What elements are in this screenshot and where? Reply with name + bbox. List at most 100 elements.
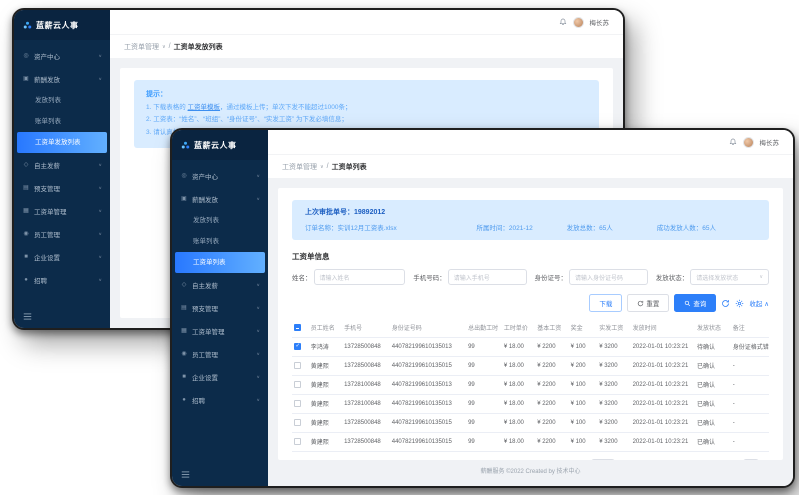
main-area: 梅长苏 工资单管理 ∨ / 工资单列表 上次审批单号：19892012 订单名称… bbox=[268, 130, 793, 486]
template-download-link[interactable]: 工资单模板 bbox=[188, 104, 221, 111]
row-checkbox[interactable] bbox=[294, 381, 301, 388]
row-checkbox[interactable] bbox=[294, 343, 301, 350]
table-body: 李鸿涛1372850084844078219961013501399¥ 18.0… bbox=[292, 337, 769, 451]
payroll-send-icon: ▣ bbox=[180, 195, 188, 202]
row-checkbox[interactable] bbox=[294, 438, 301, 445]
approval-number-value: 19892012 bbox=[354, 209, 385, 216]
sidebar-item-5[interactable]: ▦工资单管理∨ bbox=[172, 319, 268, 342]
table-cell: 13728100848 bbox=[342, 375, 390, 394]
breadcrumb: 工资单管理 ∨ / 工资单列表 bbox=[268, 155, 793, 178]
table-cell: 李鸿涛 bbox=[309, 337, 342, 356]
input-placeholder: 请输入身份证号码 bbox=[575, 273, 642, 282]
table-cell: - bbox=[731, 394, 769, 413]
reset-button[interactable]: 重置 bbox=[627, 294, 669, 312]
refresh-icon-button[interactable] bbox=[721, 299, 730, 308]
summary-field-label: 成功发放人数： bbox=[657, 225, 703, 232]
sidebar-item-4[interactable]: ▤预支管理∨ bbox=[14, 176, 110, 199]
settings-gear-icon[interactable] bbox=[735, 299, 744, 308]
avatar[interactable] bbox=[743, 137, 754, 148]
table-row[interactable]: 黄建熙1372850084844078219961013501599¥ 18.0… bbox=[292, 432, 769, 451]
sidebar-item-label: 员工管理 bbox=[34, 229, 60, 239]
sidebar-subitem[interactable]: 工资单发放列表 bbox=[17, 132, 107, 153]
sidebar-item-1[interactable]: ◎资产中心∨ bbox=[172, 164, 268, 187]
sidebar-item-4[interactable]: ▤预支管理∨ bbox=[172, 296, 268, 319]
sidebar-item-6[interactable]: ◉员工管理∨ bbox=[14, 222, 110, 245]
notification-bell-icon[interactable] bbox=[729, 138, 737, 146]
section-title: 工资单信息 bbox=[292, 251, 769, 262]
sidebar-subitem[interactable]: 工资单列表 bbox=[175, 252, 265, 273]
table-cell: ¥ 2200 bbox=[535, 356, 568, 375]
sidebar-item-6[interactable]: ◉员工管理∨ bbox=[172, 342, 268, 365]
table-cell: 440782199610135015 bbox=[390, 413, 466, 432]
download-button[interactable]: 下载 bbox=[589, 294, 622, 312]
table-row[interactable]: 黄建熙1372850084844078219961013501599¥ 18.0… bbox=[292, 413, 769, 432]
sidebar-subitem[interactable]: 账单列表 bbox=[172, 231, 268, 252]
sidebar-item-label: 员工管理 bbox=[192, 349, 218, 359]
table-cell: 黄建熙 bbox=[309, 432, 342, 451]
row-checkbox[interactable] bbox=[294, 419, 301, 426]
username[interactable]: 梅长苏 bbox=[760, 137, 780, 147]
employee-manage-icon: ◉ bbox=[180, 350, 188, 357]
topbar: 梅长苏 bbox=[110, 10, 623, 35]
sidebar-subitem[interactable]: 账单列表 bbox=[14, 111, 110, 132]
sidebar-item-2[interactable]: ▣薪酬发放∨ bbox=[14, 67, 110, 90]
search-input[interactable]: 请输入手机号 bbox=[448, 269, 527, 285]
table-header-cell: 奖金 bbox=[569, 319, 598, 337]
table-cell: 440782199610135013 bbox=[390, 337, 466, 356]
table-cell: 已确认 bbox=[695, 432, 731, 451]
select-all-checkbox[interactable] bbox=[294, 324, 301, 331]
sidebar-item-8[interactable]: ●招聘∨ bbox=[172, 388, 268, 411]
search-input[interactable]: 请输入姓名 bbox=[314, 269, 406, 285]
chevron-down-icon: ∨ bbox=[256, 397, 260, 402]
table-row[interactable]: 李鸿涛1372850084844078219961013501399¥ 18.0… bbox=[292, 337, 769, 356]
chevron-down-icon: ∨ bbox=[256, 305, 260, 310]
app-logo: 蓝薪云人事 bbox=[14, 10, 110, 40]
query-button[interactable]: 查询 bbox=[674, 294, 716, 312]
asset-center-icon: ◎ bbox=[180, 172, 188, 179]
table-header-cell: 手机号 bbox=[342, 319, 390, 337]
sidebar-item-7[interactable]: ■企业设置∨ bbox=[172, 365, 268, 388]
table-cell: 13728100848 bbox=[342, 394, 390, 413]
notification-bell-icon[interactable] bbox=[559, 18, 567, 26]
sidebar-item-3[interactable]: ◇自主发薪∨ bbox=[172, 273, 268, 296]
sidebar-item-3[interactable]: ◇自主发薪∨ bbox=[14, 153, 110, 176]
breadcrumb-parent[interactable]: 工资单管理 bbox=[282, 162, 317, 172]
sidebar-item-2[interactable]: ▣薪酬发放∨ bbox=[172, 187, 268, 210]
breadcrumb-separator: / bbox=[327, 163, 329, 170]
table-row[interactable]: 黄建熙1372810084844078219961013501399¥ 18.0… bbox=[292, 375, 769, 394]
table-cell: - bbox=[731, 432, 769, 451]
table-cell: ¥ 18.00 bbox=[502, 394, 535, 413]
sidebar-subitem[interactable]: 发放列表 bbox=[172, 210, 268, 231]
advance-manage-icon: ▤ bbox=[22, 184, 30, 191]
chevron-down-icon: ∨ bbox=[256, 374, 260, 379]
breadcrumb-parent[interactable]: 工资单管理 bbox=[124, 42, 159, 52]
table-cell: 13728500848 bbox=[342, 432, 390, 451]
search-input[interactable]: 请输入身份证号码 bbox=[569, 269, 648, 285]
row-checkbox-cell bbox=[292, 432, 309, 451]
sidebar-item-8[interactable]: ●招聘∨ bbox=[14, 268, 110, 291]
menu-fold-icon[interactable] bbox=[23, 312, 101, 321]
row-checkbox[interactable] bbox=[294, 362, 301, 369]
table-cell: ¥ 2200 bbox=[535, 394, 568, 413]
menu-fold-icon[interactable] bbox=[181, 470, 259, 479]
sidebar-item-1[interactable]: ◎资产中心∨ bbox=[14, 44, 110, 67]
payroll-send-icon: ▣ bbox=[22, 75, 30, 82]
summary-field-value: 65人 bbox=[599, 225, 613, 232]
row-checkbox[interactable] bbox=[294, 400, 301, 407]
employee-manage-icon: ◉ bbox=[22, 230, 30, 237]
table-header-row: 员工姓名手机号身份证号码总出勤工时工时单价基本工资奖金实发工资发放时间发放状态备… bbox=[292, 319, 769, 337]
sidebar-item-label: 招聘 bbox=[192, 395, 205, 405]
row-checkbox-cell bbox=[292, 413, 309, 432]
sidebar-item-5[interactable]: ▦工资单管理∨ bbox=[14, 199, 110, 222]
sidebar-item-7[interactable]: ■企业设置∨ bbox=[14, 245, 110, 268]
collapse-panel-link[interactable]: 收起 ∧ bbox=[749, 298, 769, 308]
footer-copyright: 薪酬服务 ©2022 Created by 技术中心 bbox=[278, 460, 783, 476]
username[interactable]: 梅长苏 bbox=[590, 17, 610, 27]
table-cell: 13728500848 bbox=[342, 413, 390, 432]
table-row[interactable]: 黄建熙1372810084844078219961013501399¥ 18.0… bbox=[292, 394, 769, 413]
table-row[interactable]: 黄建熙1372850084844078219961013501599¥ 18.0… bbox=[292, 356, 769, 375]
status-select[interactable]: 请选择发放状态∨ bbox=[690, 269, 769, 285]
sidebar-subitem[interactable]: 发放列表 bbox=[14, 90, 110, 111]
avatar[interactable] bbox=[573, 17, 584, 28]
search-row: 姓名：请输入姓名手机号码：请输入手机号身份证号：请输入身份证号码发放状态：请选择… bbox=[292, 269, 769, 285]
